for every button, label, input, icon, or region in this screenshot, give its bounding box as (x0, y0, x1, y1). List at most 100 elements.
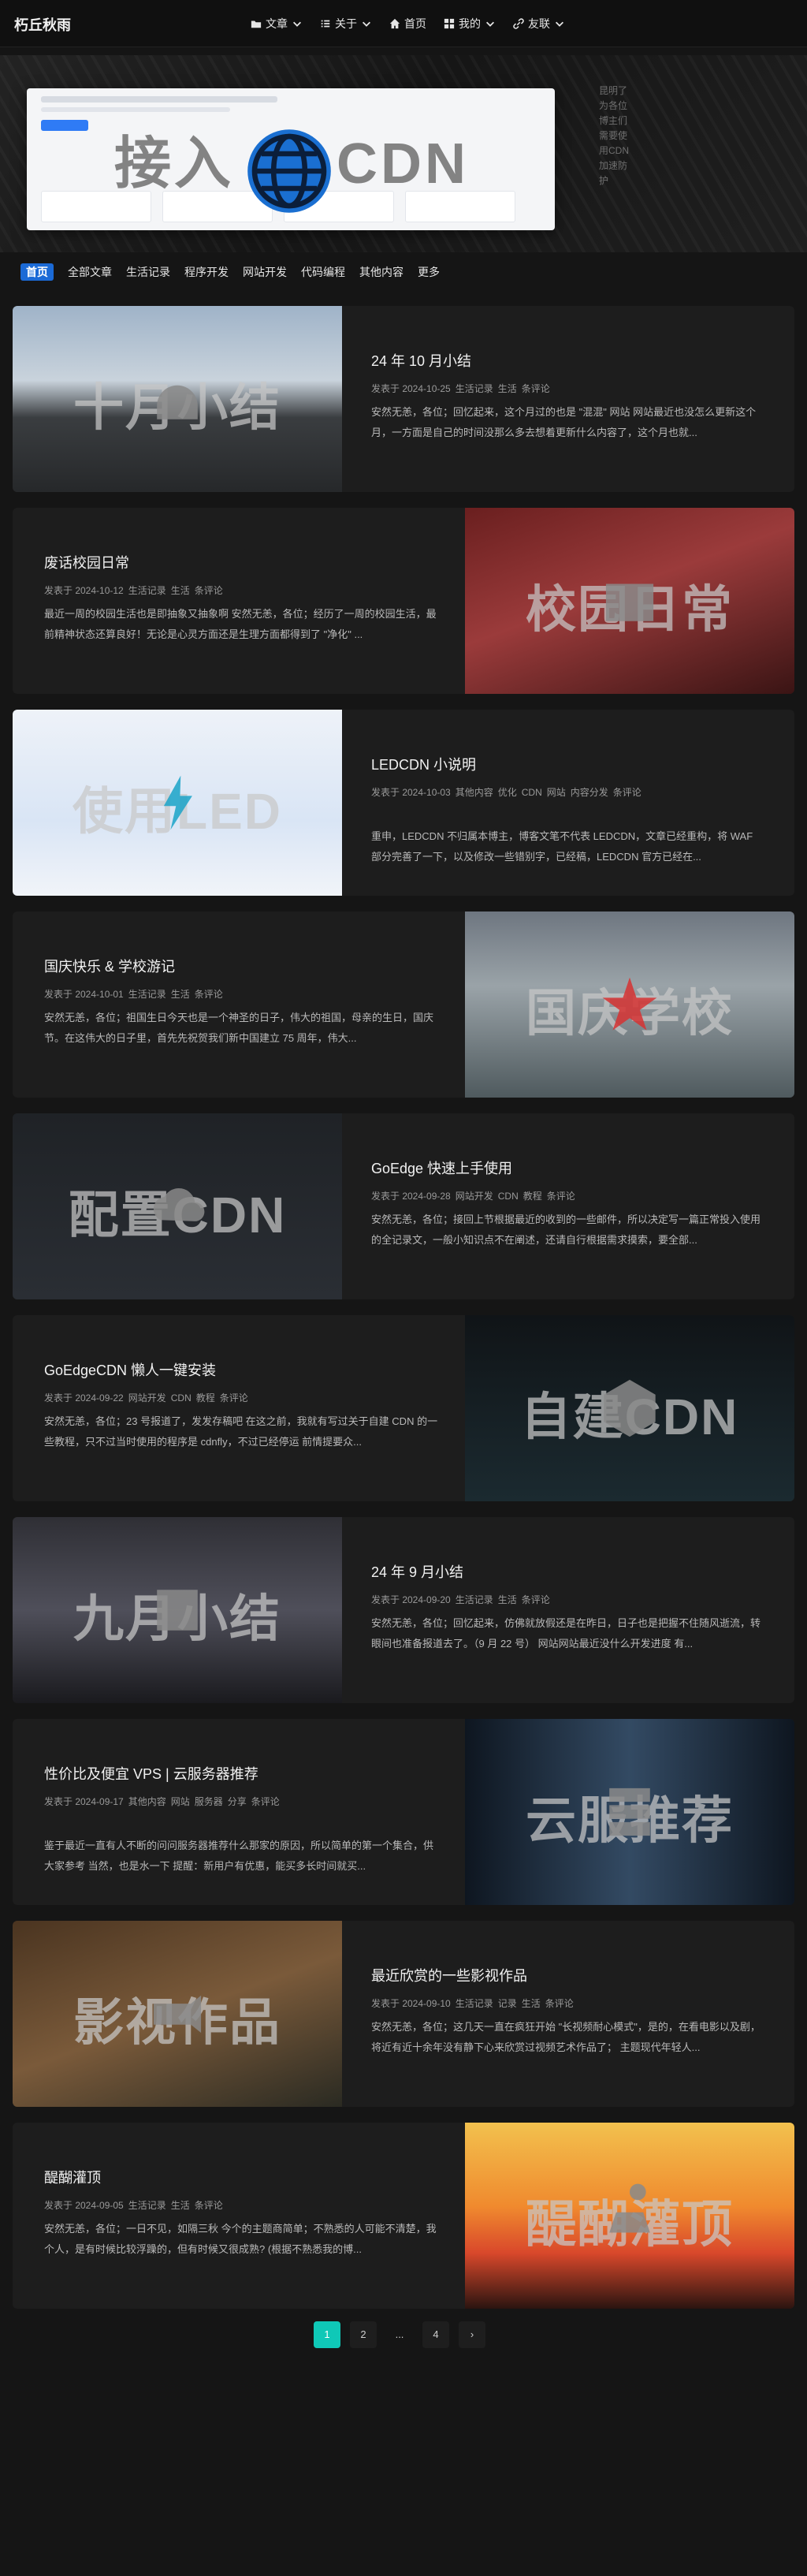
post-tag[interactable]: CDN (498, 1191, 519, 1202)
post-title[interactable]: 醍醐灌顶 (44, 2167, 101, 2187)
post-tag[interactable]: 内容分发 (571, 787, 608, 798)
post-card[interactable]: 九月小结 24 年 9 月小结发表于 2024-09-20 生活记录生活条评论安然无… (13, 1517, 794, 1703)
tab-more[interactable]: 更多 (418, 263, 440, 281)
post-tag[interactable]: 生活记录 (128, 585, 166, 596)
post-tag[interactable]: 生活 (522, 1998, 541, 2009)
post-title[interactable]: LEDCDN 小说明 (371, 754, 476, 774)
tab-other[interactable]: 其他内容 (359, 263, 404, 281)
post-card[interactable]: 使用LED LEDCDN 小说明发表于 2024-10-03 其他内容优化 CDN 网站… (13, 710, 794, 896)
post-thumbnail[interactable]: 自建CDN (465, 1315, 794, 1501)
post-title[interactable]: 最近欣赏的一些影视作品 (371, 1965, 527, 1985)
post-thumbnail[interactable]: 校园日常 (465, 508, 794, 694)
post-card[interactable]: 影视作品 最近欣赏的一些影视作品发表于 2024-09-10 生活记录记录生活条评论… (13, 1921, 794, 2107)
post-tag[interactable]: 服务器 (195, 1796, 223, 1807)
tab-coding[interactable]: 代码编程 (301, 263, 345, 281)
post-comments[interactable]: 条评论 (220, 1392, 248, 1404)
post-tag[interactable]: 生活记录 (456, 1998, 493, 2009)
post-tag[interactable]: CDN (522, 787, 542, 798)
post-meta: 发表于 2024-10-01 生活记录 生活 条评论 (44, 984, 438, 1005)
post-title[interactable]: 国庆快乐 & 学校游记 (44, 956, 175, 976)
tab-web-dev[interactable]: 网站开发 (243, 263, 287, 281)
post-tag[interactable]: 生活记录 (128, 989, 166, 1000)
post-tag[interactable]: 教程 (523, 1191, 542, 1202)
post-tag[interactable]: 分享 (228, 1796, 247, 1807)
chevron-down-icon (486, 21, 494, 27)
post-tag[interactable]: 网站 (547, 787, 566, 798)
post-info: 24 年 10 月小结 发表于 2024-10-25 生活记录 生活 条评论 安然无恙，各… (371, 306, 781, 492)
page-ellipsis: ... (395, 2328, 404, 2340)
post-card[interactable]: 醍醐灌顶醍醐灌顶发表于 2024-09-05生活记录生活条评论安然无恙，各位；一… (13, 2123, 794, 2309)
post-card[interactable]: 自建CDN GoEdgeCDN 懒人一键安装发表于 2024-09-22 网站开发 C… (13, 1315, 794, 1501)
nav-item-articles[interactable]: 文章 (251, 13, 303, 35)
post-thumbnail[interactable]: 醍醐灌顶 (465, 2123, 794, 2309)
post-info: 废话校园日常 发表于 2024-10-12 生活记录 生活 条评论 最近一周的校园生活也是… (44, 508, 454, 694)
post-card[interactable]: 校园日常 废话校园日常发表于 2024-10-12 生活记录生活条评论最近一周的校园… (13, 508, 794, 694)
page-4-button[interactable]: 4 (422, 2321, 449, 2348)
link-icon (513, 18, 524, 29)
nav-item-friends[interactable]: 友联 (513, 13, 565, 35)
post-tag[interactable]: 网站 (171, 1796, 190, 1807)
post-tag[interactable]: 记录 (498, 1998, 517, 2009)
post-thumbnail[interactable]: 九月小结 (13, 1517, 342, 1703)
post-thumbnail[interactable]: 国庆学校 (465, 911, 794, 1098)
post-card[interactable]: 云服推荐 性价比及便宜 VPS | 云服务器推荐 发表于 2024-09-17 其他内… (13, 1719, 794, 1905)
post-tag[interactable]: 网站开发 (128, 1392, 166, 1404)
post-title[interactable]: 24 年 9 月小结 (371, 1561, 463, 1582)
post-tag[interactable]: 生活记录 (456, 1594, 493, 1605)
post-meta: 发表于 2024-10-03 其他内容 优化 CDN 网站 内容分发 条评论 (371, 782, 765, 803)
post-thumbnail[interactable]: 十月小结 (13, 306, 342, 492)
post-comments[interactable]: 条评论 (195, 585, 223, 596)
post-tag[interactable]: 生活 (171, 2200, 190, 2211)
post-title[interactable]: 废话校园日常 (44, 552, 129, 572)
post-comments[interactable]: 条评论 (613, 787, 642, 798)
post-tag[interactable]: 生活记录 (128, 2200, 166, 2211)
post-card[interactable]: 十月小结 24 年 10 月小结发表于 2024-10-25 生活记录生活条评论安然… (13, 306, 794, 492)
post-comments[interactable]: 条评论 (251, 1796, 280, 1807)
post-comments[interactable]: 条评论 (195, 989, 223, 1000)
post-comments[interactable]: 条评论 (547, 1191, 575, 1202)
post-title[interactable]: GoEdgeCDN 懒人一键安装 (44, 1359, 216, 1380)
post-title[interactable]: GoEdge 快速上手使用 (371, 1158, 512, 1178)
post-title[interactable]: 性价比及便宜 VPS | 云服务器推荐 (44, 1763, 258, 1784)
post-comments[interactable]: 条评论 (545, 1998, 574, 2009)
post-thumbnail[interactable]: 配置CDN (13, 1113, 342, 1299)
post-tag[interactable]: 其他内容 (456, 787, 493, 798)
tab-life[interactable]: 生活记录 (126, 263, 170, 281)
site-brand[interactable]: 朽丘秋雨 (14, 14, 71, 35)
nav-item-home[interactable]: 首页 (389, 13, 426, 35)
post-meta: 发表于 2024-09-28 网站开发 CDN 教程 条评论 (371, 1186, 765, 1206)
nav-item-mine[interactable]: 我的 (444, 13, 496, 35)
post-tag[interactable]: 生活 (498, 1594, 517, 1605)
post-meta: 发表于 2024-10-25 生活记录 生活 条评论 (371, 378, 765, 399)
post-title[interactable]: 24 年 10 月小结 (371, 350, 471, 371)
post-tag[interactable]: 生活 (171, 989, 190, 1000)
post-card[interactable]: 国庆学校 国庆快乐 & 学校游记发表于 2024-10-01 生活记录生活条评论安然… (13, 911, 794, 1098)
post-tag[interactable]: 生活 (498, 383, 517, 394)
nav-item-about[interactable]: 关于 (320, 13, 372, 35)
hero-banner[interactable]: 接入 CDN 昆明了为各位博主们需要使用CDN加速防护 (0, 55, 807, 252)
post-tag[interactable]: 生活记录 (456, 383, 493, 394)
post-tag[interactable]: 生活 (171, 585, 190, 596)
post-tag[interactable]: CDN (171, 1392, 192, 1404)
post-tag[interactable]: 网站开发 (456, 1191, 493, 1202)
post-thumbnail[interactable]: 云服推荐 (465, 1719, 794, 1905)
post-meta: 发表于 2024-09-10 生活记录 记录 生活 条评论 (371, 1993, 765, 2014)
post-info: 性价比及便宜 VPS | 云服务器推荐 发表于 2024-09-17 其他内容 网站服… (44, 1719, 454, 1905)
next-page-button[interactable]: › (459, 2321, 485, 2348)
post-card[interactable]: 配置CDN GoEdge 快速上手使用发表于 2024-09-28 网站开发 CDN 教… (13, 1113, 794, 1299)
post-comments[interactable]: 条评论 (522, 1594, 550, 1605)
post-comments[interactable]: 条评论 (522, 383, 550, 394)
post-tag[interactable]: 教程 (196, 1392, 215, 1404)
star-icon (602, 977, 657, 1031)
tab-all-posts[interactable]: 全部文章 (68, 263, 112, 281)
post-tag[interactable]: 优化 (498, 787, 517, 798)
post-tag[interactable]: 其他内容 (128, 1796, 166, 1807)
page-2-button[interactable]: 2 (350, 2321, 377, 2348)
post-thumbnail[interactable]: 影视作品 (13, 1921, 342, 2107)
post-comments[interactable]: 条评论 (195, 2200, 223, 2211)
tab-home[interactable]: 首页 (20, 263, 54, 281)
page-1-button[interactable]: 1 (314, 2321, 340, 2348)
post-info: 24 年 9 月小结 发表于 2024-09-20 生活记录 生活 条评论 安然无恙，各位… (371, 1517, 781, 1703)
tab-programming[interactable]: 程序开发 (184, 263, 229, 281)
post-thumbnail[interactable]: 使用LED (13, 710, 342, 896)
